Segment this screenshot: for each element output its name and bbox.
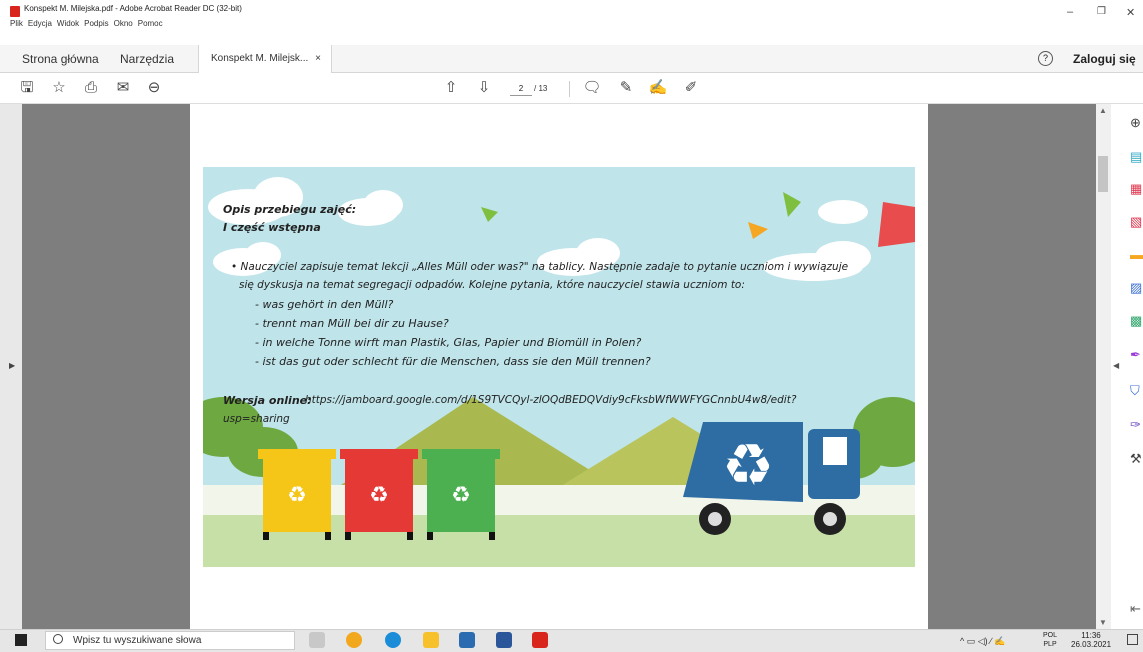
search-icon <box>53 634 63 644</box>
acrobat-app-icon <box>10 6 20 17</box>
slide-question-1: - was gehört in den Müll? <box>255 298 394 311</box>
file-explorer-icon[interactable] <box>423 632 439 648</box>
language-indicator[interactable]: POL PLP <box>1043 631 1057 649</box>
slide-image: ♻ ♻ ♻ ♻ Opis przebiegu zajęć: I część ws… <box>203 167 915 567</box>
slide-online-label: Wersja online: <box>223 394 312 407</box>
task-view-icon[interactable] <box>309 632 325 648</box>
language-code: POL <box>1043 632 1058 639</box>
combine-files-icon[interactable]: ▩ <box>1130 314 1143 328</box>
bookmark-star-icon[interactable]: ☆ <box>49 78 69 98</box>
minimize-button[interactable]: – <box>1067 6 1073 18</box>
svg-text:♻: ♻ <box>369 482 389 507</box>
highlight-pen-icon[interactable]: ✎ <box>616 78 636 98</box>
tab-document-label: Konspekt M. Milejsk... <box>211 53 309 64</box>
close-tab-icon[interactable]: × <box>315 45 321 73</box>
menu-item-edit[interactable]: Edycja <box>28 19 52 33</box>
toolbar: 🖫 ☆ ⎙ ✉ ⊖ ⇧ ⇩ 🗨 ✎ ✍ ✐ <box>0 73 1143 104</box>
scroll-up-icon[interactable]: ▲ <box>1099 106 1107 115</box>
slide-question-3: - in welche Tonne wirft man Plastik, Gla… <box>255 336 642 349</box>
chrome-icon[interactable] <box>346 632 362 648</box>
sign-in-button[interactable]: Zaloguj się <box>1073 52 1136 66</box>
menu-item-help[interactable]: Pomoc <box>138 19 163 33</box>
fill-and-sign-icon[interactable]: ✒ <box>1130 348 1143 362</box>
svg-text:♻: ♻ <box>722 433 774 498</box>
send-for-signature-icon[interactable]: ✑ <box>1130 418 1143 432</box>
sign-icon[interactable]: ✍ <box>648 78 668 98</box>
svg-text:♻: ♻ <box>287 482 307 507</box>
menu-item-file[interactable]: Plik <box>10 19 23 33</box>
scrollbar-thumb[interactable] <box>1098 156 1108 192</box>
red-bin: ♻ <box>340 449 418 532</box>
more-tools-icon[interactable]: ⚒ <box>1130 452 1143 466</box>
window-title: Konspekt M. Milejska.pdf - Adobe Acrobat… <box>24 4 242 13</box>
save-icon[interactable]: 🖫 <box>17 78 37 98</box>
document-background-right <box>928 104 1096 629</box>
edit-pdf-icon[interactable]: ▨ <box>1130 281 1143 295</box>
print-icon[interactable]: ⎙ <box>81 78 101 98</box>
tray-icons[interactable]: ^ ▭ ◁) ∕ ✍ <box>960 636 1005 647</box>
word-icon[interactable] <box>496 632 512 648</box>
menu-item-window[interactable]: Okno <box>114 19 133 33</box>
slide-heading-2: I część wstępna <box>223 221 321 234</box>
comment-icon[interactable]: 🗨 <box>582 78 602 98</box>
clock-date: 26.03.2021 <box>1071 640 1112 649</box>
export-pdf-icon[interactable]: ▤ <box>1130 150 1143 164</box>
expand-left-pane-icon[interactable]: ▶ <box>9 361 15 370</box>
page-number-input[interactable]: 2 <box>510 82 532 96</box>
tab-home[interactable]: Strona główna <box>12 45 109 73</box>
slide-question-2: - trennt man Müll bei dir zu Hause? <box>255 317 449 330</box>
zoom-out-icon[interactable]: ⊖ <box>144 78 164 98</box>
taskbar-search-placeholder: Wpisz tu wyszukiwane słowa <box>73 635 202 646</box>
slide-bullet-line-1: • Nauczyciel zapisuje temat lekcji „Alle… <box>231 261 849 273</box>
green-bin: ♻ <box>422 449 500 532</box>
menu-item-sign[interactable]: Podpis <box>84 19 108 33</box>
slide-heading-1: Opis przebiegu zajęć: <box>223 203 357 216</box>
notification-icon[interactable] <box>1127 634 1138 645</box>
yellow-bin: ♻ <box>258 449 336 532</box>
page-total: / 13 <box>534 84 548 93</box>
keyboard-layout: PLP <box>1043 641 1057 648</box>
collapse-right-pane-icon[interactable]: ◀ <box>1113 361 1119 370</box>
protect-icon[interactable]: ⛉ <box>1130 384 1143 398</box>
slide-online-url-end[interactable]: usp=sharing <box>223 413 290 425</box>
store-icon[interactable] <box>459 632 475 648</box>
fill-sign-icon[interactable]: ✐ <box>681 78 701 98</box>
email-icon[interactable]: ✉ <box>113 78 133 98</box>
zoom-tool-icon[interactable]: ⊕ <box>1130 116 1143 130</box>
toolbar-separator <box>569 81 570 97</box>
scroll-down-icon[interactable]: ▼ <box>1099 618 1107 627</box>
comment-tool-icon[interactable]: ▬ <box>1130 248 1143 262</box>
organize-pages-icon[interactable]: ▦ <box>1130 182 1143 196</box>
windows-start-icon[interactable] <box>15 634 27 646</box>
tab-tools[interactable]: Narzędzia <box>110 45 184 73</box>
edge-icon[interactable] <box>385 632 401 648</box>
menu-item-view[interactable]: Widok <box>57 19 79 33</box>
acrobat-taskbar-icon[interactable] <box>532 632 548 648</box>
panel-collapse-icon[interactable]: ⇤ <box>1130 602 1143 616</box>
close-window-button[interactable]: ✕ <box>1126 6 1135 19</box>
page-down-icon[interactable]: ⇩ <box>474 78 494 98</box>
page-up-icon[interactable]: ⇧ <box>441 78 461 98</box>
slide-bullet-line-2: się dyskusja na temat segregacji odpadów… <box>239 279 745 291</box>
clock-time: 11:36 <box>1081 631 1101 640</box>
document-background-left <box>0 104 190 629</box>
slide-question-4: - ist das gut oder schlecht für die Mens… <box>255 355 651 368</box>
menu-bar: Plik Edycja Widok Podpis Okno Pomoc <box>0 19 163 33</box>
create-pdf-icon[interactable]: ▧ <box>1130 215 1143 229</box>
tab-document[interactable]: Konspekt M. Milejsk... × <box>198 45 332 73</box>
help-icon[interactable]: ? <box>1038 51 1053 66</box>
svg-text:♻: ♻ <box>451 482 471 507</box>
slide-online-url[interactable]: https://jamboard.google.com/d/1S9TVCQyl-… <box>305 394 796 406</box>
maximize-button[interactable]: ❐ <box>1097 6 1106 17</box>
clock[interactable]: 11:36 26.03.2021 <box>1071 631 1111 649</box>
